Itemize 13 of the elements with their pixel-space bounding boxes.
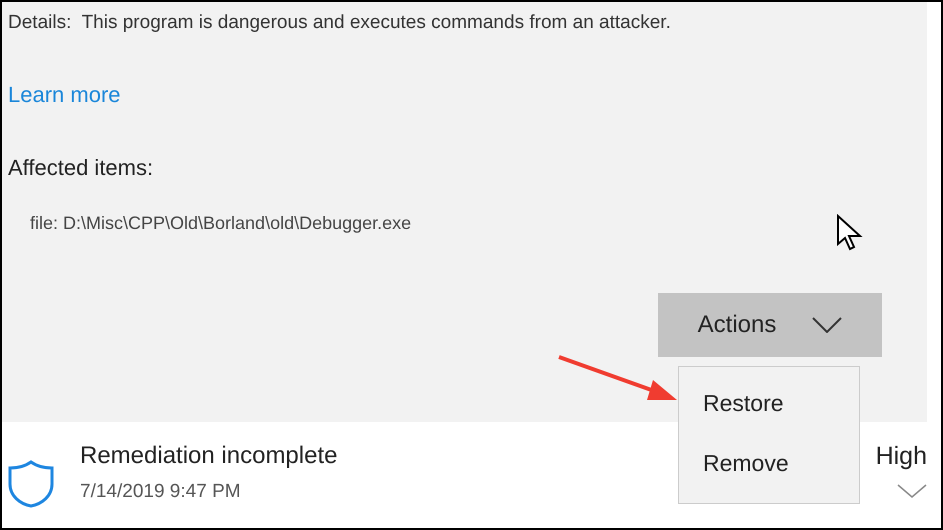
menu-item[interactable]: Remove bbox=[703, 449, 859, 477]
details-text: Details: This program is dangerous and executes commands from an attacker. bbox=[8, 11, 672, 35]
threat-title: Remediation incomplete bbox=[80, 441, 338, 471]
cursor-icon bbox=[836, 214, 864, 252]
actions-button[interactable]: Actions bbox=[658, 293, 882, 357]
affected-item-path: file: D:\Misc\CPP\Old\Borland\old\Debugger.exe bbox=[30, 212, 412, 235]
menu-item[interactable]: Restore bbox=[703, 389, 859, 417]
threat-date: 7/14/2019 9:47 PM bbox=[80, 480, 242, 504]
severity-label: High bbox=[876, 441, 927, 472]
chevron-down-icon bbox=[812, 317, 842, 333]
chevron-down-icon[interactable] bbox=[897, 484, 927, 498]
shield-icon bbox=[8, 460, 54, 508]
affected-items-heading: Affected items: bbox=[8, 154, 154, 182]
